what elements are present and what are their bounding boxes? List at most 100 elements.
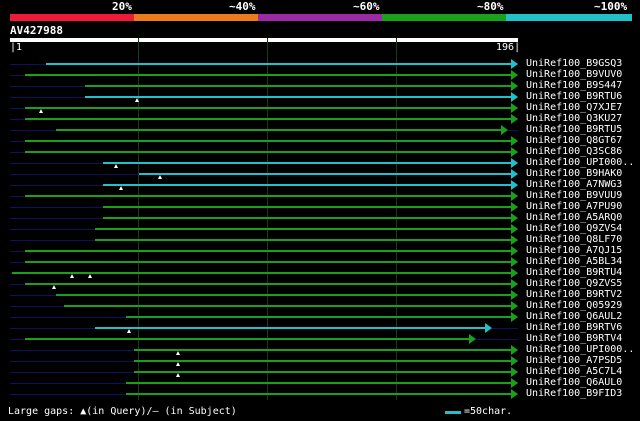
hit-label[interactable]: UniRef100_Q6AUL2 [526, 311, 622, 322]
hit-bar[interactable] [84, 85, 512, 87]
hit-end-arrow-icon [511, 59, 518, 69]
hit-label[interactable]: UniRef100_Q8LF70 [526, 234, 622, 245]
hit-label[interactable]: UniRef100_B9RTU5 [526, 124, 622, 135]
hit-label[interactable]: UniRef100_B9RTV2 [526, 289, 622, 300]
hit-label[interactable]: UniRef100_A5ARQ0 [526, 212, 622, 223]
hit-end-arrow-icon [511, 70, 518, 80]
hit-bar[interactable] [102, 162, 512, 164]
hit-bar[interactable] [126, 393, 512, 395]
hit-bar[interactable] [139, 173, 512, 175]
hit-end-arrow-icon [511, 389, 518, 399]
hit-label[interactable]: UniRef100_B9VUU9 [526, 190, 622, 201]
query-gap-marker-icon [126, 329, 131, 333]
hit-label[interactable]: UniRef100_A5BL34 [526, 256, 622, 267]
query-gap-marker-icon [176, 351, 181, 355]
hit-label[interactable]: UniRef100_UPI000.. [526, 157, 634, 168]
query-start: 1 [16, 42, 23, 53]
hit-end-arrow-icon [511, 202, 518, 212]
hit-label[interactable]: UniRef100_B9RTU6 [526, 91, 622, 102]
query-gap-marker-icon [113, 164, 118, 168]
query-gap-marker-icon [118, 186, 123, 190]
hit-bar[interactable] [24, 250, 512, 252]
hit-label[interactable]: UniRef100_A7PU90 [526, 201, 622, 212]
hit-bar[interactable] [95, 239, 512, 241]
hit-label[interactable]: UniRef100_Q8GT67 [526, 135, 622, 146]
hit-end-arrow-icon [511, 191, 518, 201]
query-bar [10, 38, 518, 42]
hit-bar[interactable] [56, 294, 512, 296]
query-title: AV427988 [10, 24, 63, 37]
hit-end-arrow-icon [511, 378, 518, 388]
hit-label[interactable]: UniRef100_A7QJ15 [526, 245, 622, 256]
hit-bar[interactable] [126, 382, 512, 384]
hit-end-arrow-icon [511, 92, 518, 102]
hit-end-arrow-icon [511, 257, 518, 267]
hit-bar[interactable] [102, 217, 512, 219]
hit-bar[interactable] [24, 195, 512, 197]
hit-label[interactable]: UniRef100_Q05929 [526, 300, 622, 311]
band-40 [134, 14, 258, 21]
scale-key-label: =50char. [464, 406, 513, 417]
hit-label[interactable]: UniRef100_A5C7L4 [526, 366, 622, 377]
hit-label[interactable]: UniRef100_Q7XJE7 [526, 102, 622, 113]
hit-end-arrow-icon [511, 268, 518, 278]
hit-end-arrow-icon [500, 125, 508, 135]
hit-label[interactable]: UniRef100_B9RTU4 [526, 267, 622, 278]
hit-end-arrow-icon [511, 114, 518, 124]
hit-label[interactable]: UniRef100_A7PSD5 [526, 355, 622, 366]
hit-end-arrow-icon [511, 312, 518, 322]
hit-bar[interactable] [56, 129, 502, 131]
hit-bar[interactable] [95, 327, 487, 329]
hit-bar[interactable] [102, 206, 512, 208]
hit-label[interactable]: UniRef100_Q9ZVS5 [526, 278, 622, 289]
grid-line [396, 38, 397, 400]
hit-bar[interactable] [95, 228, 512, 230]
hit-end-arrow-icon [511, 246, 518, 256]
query-gap-marker-icon [69, 274, 74, 278]
hit-label[interactable]: UniRef100_Q6AUL0 [526, 377, 622, 388]
hit-label[interactable]: UniRef100_Q3SC86 [526, 146, 622, 157]
hit-bar[interactable] [63, 305, 512, 307]
query-gap-marker-icon [38, 109, 43, 113]
hit-label[interactable]: UniRef100_B9FID3 [526, 388, 622, 399]
hit-label[interactable]: UniRef100_A7NWG3 [526, 179, 622, 190]
hit-bar[interactable] [24, 151, 512, 153]
scale-key-bar [445, 411, 461, 414]
hit-bar[interactable] [24, 118, 512, 120]
query-end-label: 196| [496, 42, 521, 53]
tick-20: 20% [112, 0, 132, 13]
hit-bar[interactable] [133, 371, 512, 373]
hit-bar[interactable] [24, 338, 471, 340]
hit-bar[interactable] [126, 316, 512, 318]
hit-label[interactable]: UniRef100_B9VUV0 [526, 69, 622, 80]
tick-100: ~100% [594, 0, 628, 13]
hit-bar[interactable] [102, 184, 512, 186]
query-end: 196 [496, 42, 515, 53]
hit-end-arrow-icon [511, 235, 518, 245]
hit-end-arrow-icon [511, 169, 518, 179]
hit-bar[interactable] [45, 63, 512, 65]
hit-bar[interactable] [24, 261, 512, 263]
grid-line [267, 38, 268, 400]
hit-bar[interactable] [133, 349, 512, 351]
hit-label[interactable]: UniRef100_UPI000.. [526, 344, 634, 355]
hit-end-arrow-icon [511, 103, 518, 113]
tick-60: ~60% [353, 0, 380, 13]
hit-bar[interactable] [24, 140, 512, 142]
hit-bar[interactable] [133, 360, 512, 362]
hit-label[interactable]: UniRef100_B9RTV4 [526, 333, 622, 344]
hit-label[interactable]: UniRef100_Q9ZVS4 [526, 223, 622, 234]
hit-bar[interactable] [84, 96, 512, 98]
hit-label[interactable]: UniRef100_Q3KU27 [526, 113, 622, 124]
hit-end-arrow-icon [511, 213, 518, 223]
hit-bar[interactable] [24, 74, 512, 76]
hit-label[interactable]: UniRef100_B9RTV6 [526, 322, 622, 333]
grid-line [138, 38, 139, 400]
hit-bar[interactable] [24, 283, 512, 285]
hit-label[interactable]: UniRef100_B9S447 [526, 80, 622, 91]
hit-end-arrow-icon [511, 367, 518, 377]
hit-label[interactable]: UniRef100_B9HAK0 [526, 168, 622, 179]
hit-bar[interactable] [24, 107, 512, 109]
hit-end-arrow-icon [511, 158, 518, 168]
hit-label[interactable]: UniRef100_B9GSQ3 [526, 58, 622, 69]
